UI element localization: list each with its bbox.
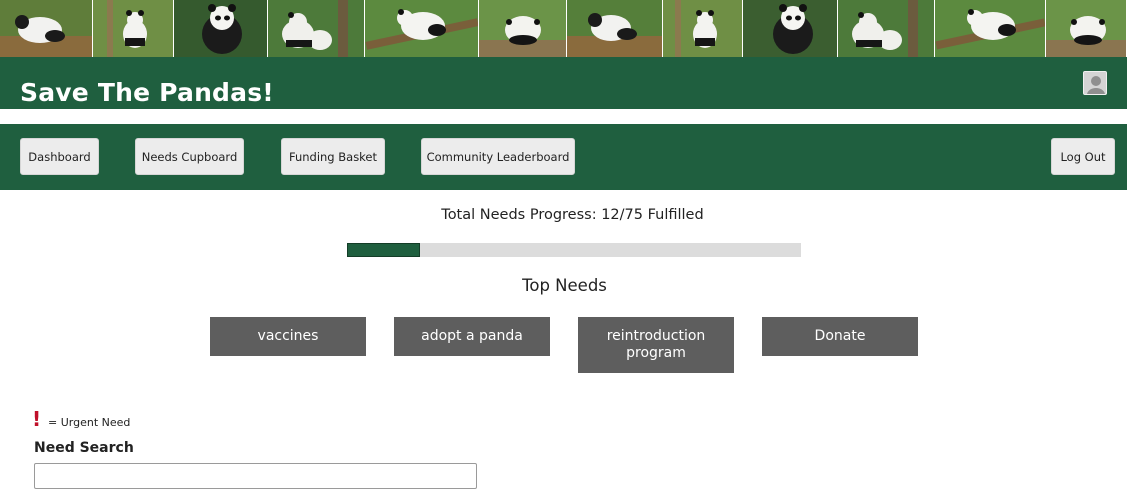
site-title: Save The Pandas! (20, 78, 274, 107)
panda-photo-11 (935, 0, 1046, 57)
panda-photo-2 (93, 0, 175, 57)
needs-cupboard-button[interactable]: Needs Cupboard (135, 138, 244, 175)
need-search-label: Need Search (34, 440, 134, 456)
top-need-button-vaccines[interactable]: vaccines (210, 317, 366, 356)
panda-photo-7 (566, 0, 663, 57)
panda-photo-5 (365, 0, 479, 57)
funding-basket-button[interactable]: Funding Basket (281, 138, 385, 175)
log-out-button[interactable]: Log Out (1051, 138, 1115, 175)
panda-photo-8 (662, 0, 744, 57)
panda-photo-1 (0, 0, 94, 57)
panda-photo-6 (478, 0, 567, 57)
community-leaderboard-button[interactable]: Community Leaderboard (421, 138, 575, 175)
total-needs-progress-label: Total Needs Progress: 12/75 Fulfilled (441, 207, 704, 223)
needs-progress-bar (347, 243, 801, 257)
panda-photo-10 (838, 0, 936, 57)
top-needs-heading: Top Needs (522, 276, 607, 295)
panda-photo-banner (0, 0, 1127, 57)
urgent-need-icon: ! (32, 407, 42, 431)
need-search-input[interactable] (34, 463, 477, 489)
urgent-need-legend: = Urgent Need (48, 416, 131, 429)
panda-photo-3 (174, 0, 269, 57)
top-need-button-reintroduction-program[interactable]: reintroduction program (578, 317, 734, 373)
panda-photo-4 (268, 0, 366, 57)
needs-progress-fill (347, 243, 420, 257)
dashboard-button[interactable]: Dashboard (20, 138, 99, 175)
panda-photo-9 (743, 0, 839, 57)
top-need-button-adopt-a-panda[interactable]: adopt a panda (394, 317, 550, 356)
panda-photo-12 (1045, 0, 1127, 57)
donate-button[interactable]: Donate (762, 317, 918, 356)
user-avatar-icon[interactable] (1083, 71, 1107, 95)
